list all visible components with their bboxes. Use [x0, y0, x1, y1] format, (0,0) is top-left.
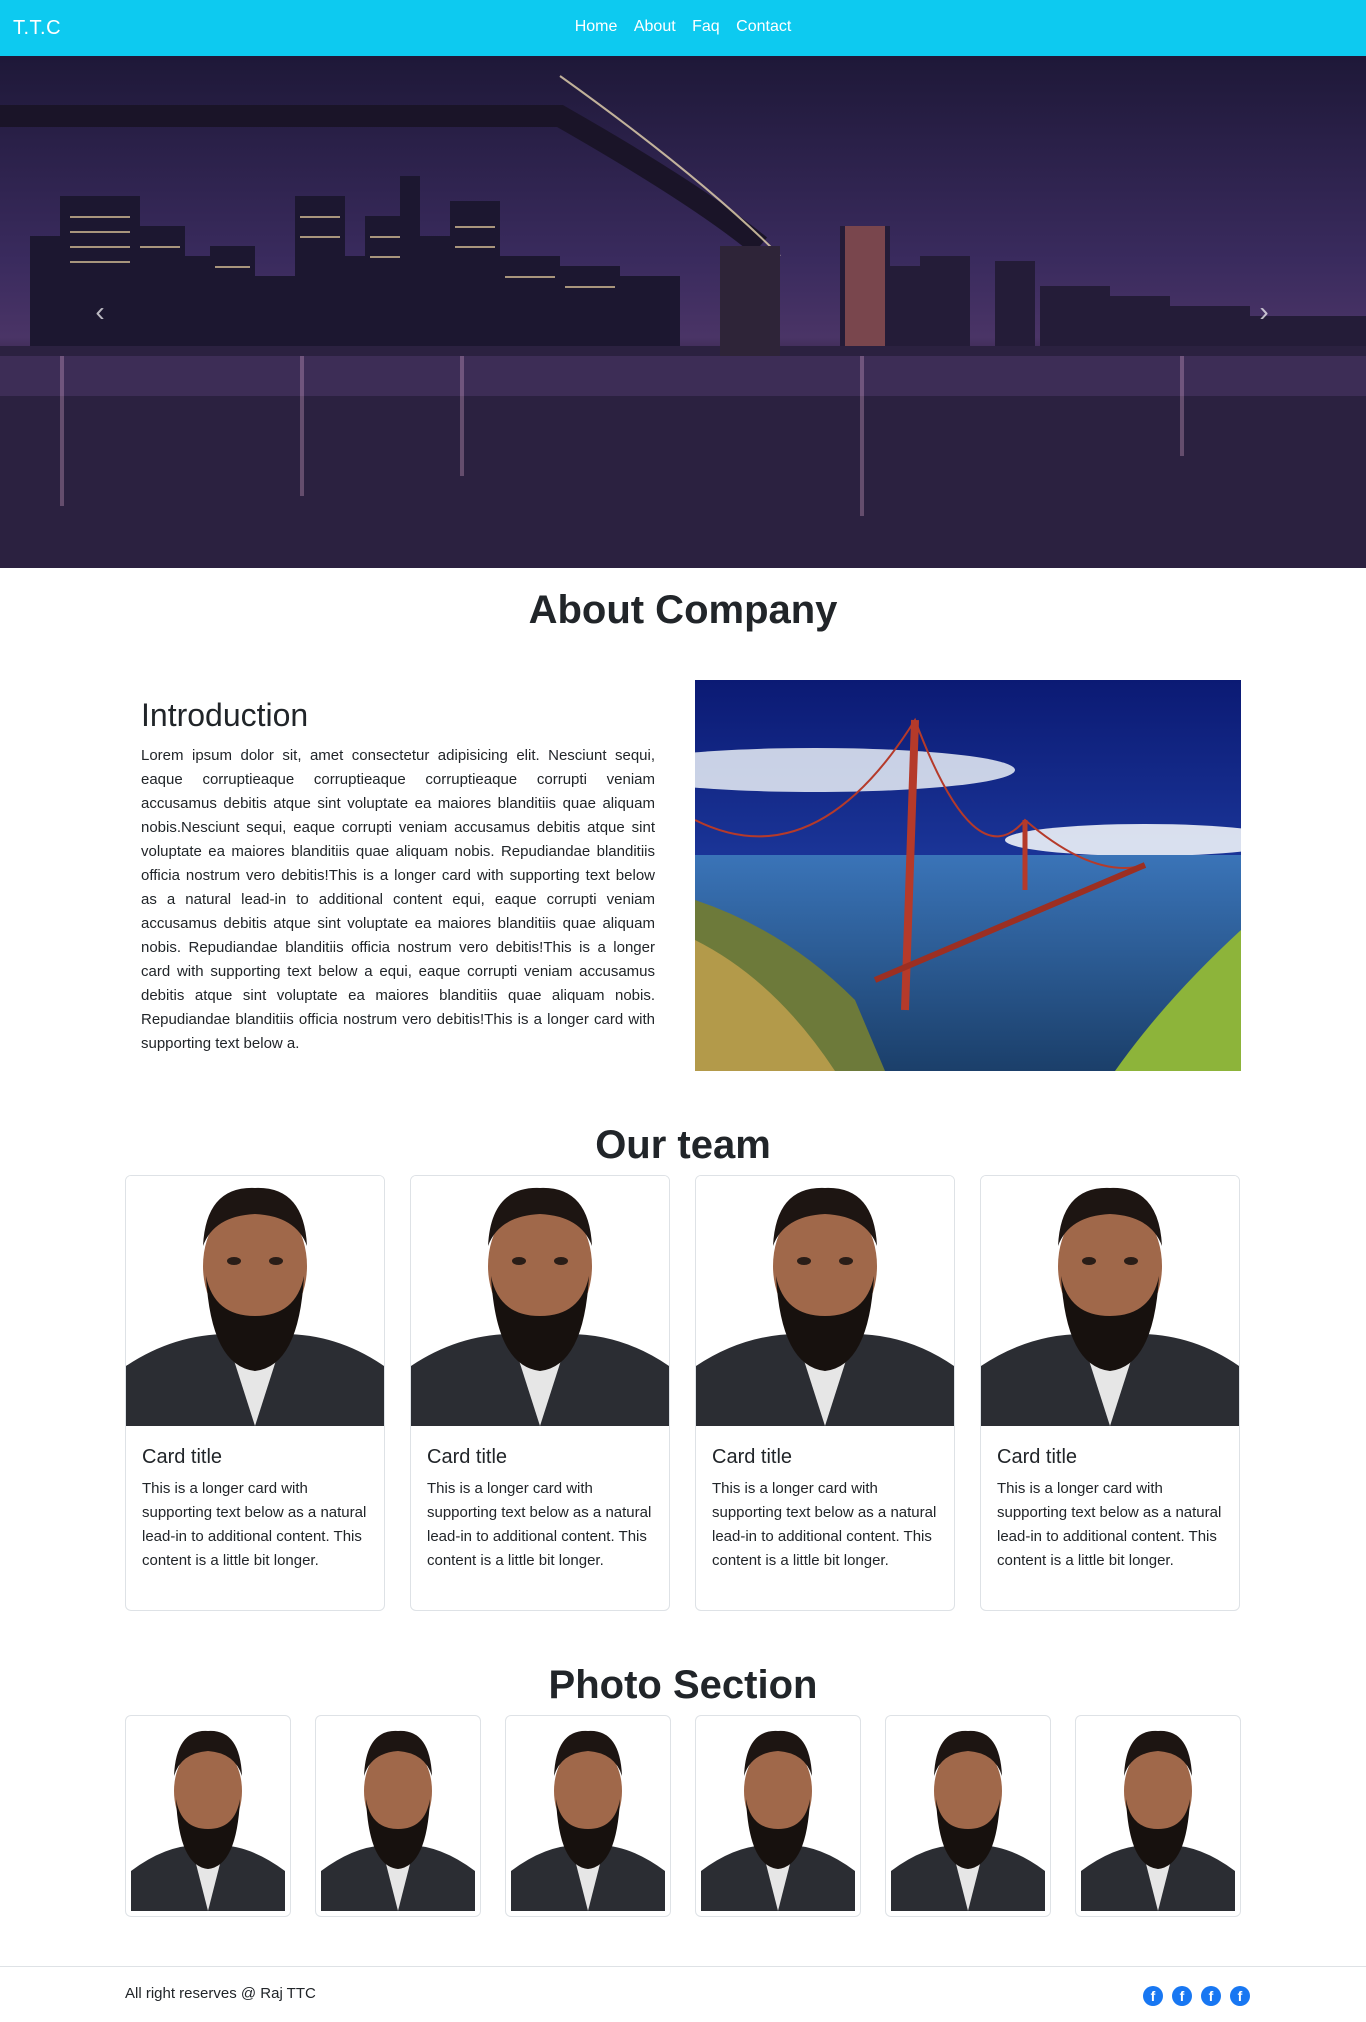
card-title: Card title [427, 1446, 508, 1468]
card-text: This is a longer card with supporting te… [712, 1480, 937, 1569]
nav-link-home[interactable]: Home [575, 18, 618, 35]
photo-thumbnail[interactable] [1075, 1715, 1241, 1917]
hero-image [0, 75, 1366, 568]
team-card: Card title This is a longer card with su… [125, 1175, 385, 1611]
facebook-icon[interactable]: f [1143, 1986, 1163, 2006]
navbar: T.T.C Home About Faq Contact [0, 0, 1366, 56]
team-card: Card title This is a longer card with su… [980, 1175, 1240, 1611]
card-title: Card title [712, 1446, 793, 1468]
nav-links: Home About Faq Contact [0, 18, 1366, 36]
footer-divider [0, 1966, 1366, 1967]
nav-link-contact[interactable]: Contact [736, 18, 791, 35]
photo-thumbnail[interactable] [315, 1715, 481, 1917]
photo-section-heading: Photo Section [548, 1663, 818, 1707]
photo-thumbnail[interactable] [695, 1715, 861, 1917]
card-text: This is a longer card with supporting te… [427, 1480, 652, 1569]
facebook-icon[interactable]: f [1201, 1986, 1221, 2006]
nav-link-about[interactable]: About [634, 18, 676, 35]
facebook-icon[interactable]: f [1230, 1986, 1250, 2006]
card-title: Card title [142, 1446, 223, 1468]
card-text: This is a longer card with supporting te… [142, 1480, 367, 1569]
team-heading: Our team [595, 1123, 771, 1167]
team-member-photo [126, 1176, 384, 1426]
facebook-icon[interactable]: f [1172, 1986, 1192, 2006]
golden-gate-image [695, 680, 1241, 1071]
nav-link-faq[interactable]: Faq [692, 18, 720, 35]
team-member-photo [696, 1176, 954, 1426]
intro-title: Introduction [141, 697, 309, 733]
photo-thumbnail[interactable] [125, 1715, 291, 1917]
photo-thumbnail[interactable] [505, 1715, 671, 1917]
about-heading: About Company [528, 588, 838, 632]
photo-thumbnail[interactable] [885, 1715, 1051, 1917]
team-member-photo [981, 1176, 1239, 1426]
card-text: This is a longer card with supporting te… [997, 1480, 1222, 1569]
footer-copyright: All right reserves @ Raj TTC [125, 1985, 316, 2002]
carousel-next-button[interactable]: › [1252, 294, 1276, 330]
team-member-photo [411, 1176, 669, 1426]
hero-carousel: ‹ › [0, 56, 1366, 568]
team-card: Card title This is a longer card with su… [695, 1175, 955, 1611]
team-card: Card title This is a longer card with su… [410, 1175, 670, 1611]
card-title: Card title [997, 1446, 1078, 1468]
carousel-prev-button[interactable]: ‹ [88, 294, 112, 330]
intro-text: Lorem ipsum dolor sit, amet consectetur … [141, 747, 655, 1052]
